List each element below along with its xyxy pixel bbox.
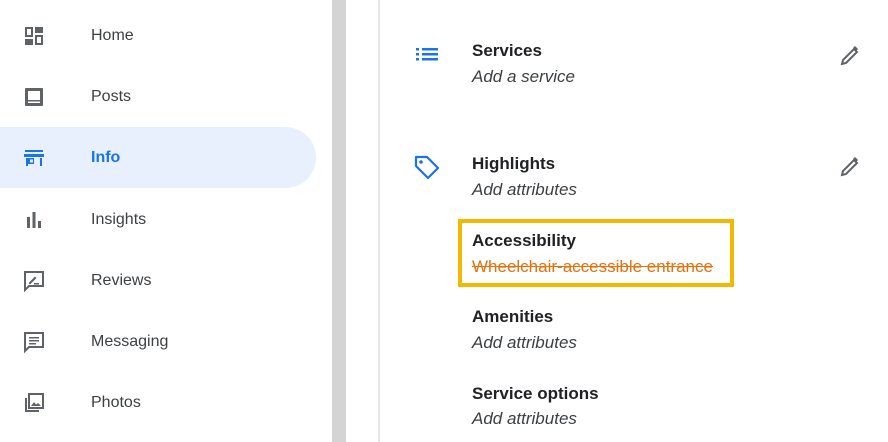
sidebar-nav: Home Posts Info Insights Reviews Messagi… <box>0 0 332 442</box>
sidebar-item-label: Photos <box>91 393 141 411</box>
sidebar-item-label: Info <box>91 148 121 166</box>
sidebar-item-label: Messaging <box>91 332 169 350</box>
photo-library-icon <box>20 389 48 417</box>
sidebar-item-label: Insights <box>91 210 147 228</box>
pencil-icon <box>840 46 859 66</box>
sidebar-item-messaging[interactable]: Messaging <box>0 311 316 372</box>
pencil-icon <box>840 157 859 177</box>
divider <box>378 0 380 442</box>
sidebar-item-posts[interactable]: Posts <box>0 66 316 127</box>
edit-highlights-button[interactable] <box>836 153 864 181</box>
service-options-heading: Service options <box>472 384 599 403</box>
highlights-subtitle[interactable]: Add attributes <box>472 180 577 200</box>
highlights-heading: Highlights <box>472 154 556 173</box>
sidebar-item-home[interactable]: Home <box>0 5 316 66</box>
dashboard-icon <box>20 22 48 50</box>
sidebar-item-label: Home <box>91 26 134 44</box>
tag-icon <box>413 153 441 181</box>
store-icon <box>20 144 48 172</box>
amenities-heading: Amenities <box>472 307 554 326</box>
rate-review-icon <box>20 267 48 295</box>
sidebar-item-insights[interactable]: Insights <box>0 189 316 250</box>
accessibility-heading: Accessibility <box>472 231 576 250</box>
sidebar-item-label: Reviews <box>91 271 152 289</box>
services-heading: Services <box>472 41 542 60</box>
services-subtitle[interactable]: Add a service <box>472 67 575 87</box>
posts-icon <box>20 83 48 111</box>
service-options-subtitle[interactable]: Add attributes <box>472 409 577 429</box>
bar-chart-icon <box>20 206 48 234</box>
sidebar-item-info[interactable]: Info <box>0 127 316 188</box>
sidebar-item-label: Posts <box>91 87 132 105</box>
sidebar-item-photos[interactable]: Photos <box>0 372 316 433</box>
scrollbar[interactable] <box>332 0 346 442</box>
amenities-subtitle[interactable]: Add attributes <box>472 333 577 353</box>
list-icon <box>413 40 441 68</box>
sidebar-item-reviews[interactable]: Reviews <box>0 250 316 311</box>
edit-services-button[interactable] <box>836 42 864 70</box>
message-icon <box>20 328 48 356</box>
accessibility-value[interactable]: Wheelchair-accessible entrance <box>472 257 713 277</box>
